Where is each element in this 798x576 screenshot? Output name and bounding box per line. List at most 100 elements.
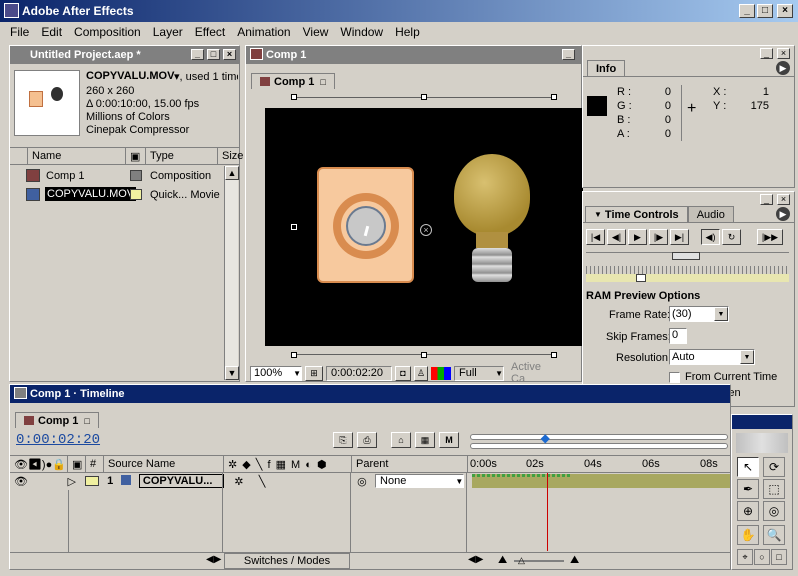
zoom-in-icon[interactable]: ⛰ [570,554,579,567]
menu-layer[interactable]: Layer [147,25,189,39]
first-frame-button[interactable]: |◀ [586,229,605,245]
project-maximize-button[interactable]: □ [207,49,220,60]
layer-number-header[interactable]: # [86,456,104,472]
info-close-button[interactable]: × [777,48,790,59]
resize-handle[interactable] [421,94,427,100]
axis-tool-icon[interactable]: ⌖ [737,549,753,565]
label-color-swatch[interactable] [85,476,100,486]
toggle-panes-icon[interactable]: ◀▶ [468,554,483,565]
layer-bounding-box[interactable] [294,97,555,355]
jog-control[interactable] [586,252,789,262]
time-controls-close-button[interactable]: × [777,194,790,205]
source-name-header[interactable]: Source Name [104,456,224,472]
layer-marker-icon[interactable]: ⎙ [357,432,377,448]
pen-tool-icon[interactable]: ✒ [737,479,759,499]
parent-dropdown[interactable]: None ▼ [375,474,465,488]
layer-switches[interactable]: ✲ ╲ [224,475,357,488]
tab-info[interactable]: Info [587,60,626,76]
time-navigator[interactable]: ◆ [470,431,730,451]
table-row[interactable]: 👁 ▷ 1 COPYVALU... ✲ ╲ ◎ None ▼ [10,473,730,489]
resize-handle[interactable] [291,224,297,230]
layer-duration-bar[interactable] [472,474,730,488]
size-column-header[interactable]: Size [218,148,243,164]
orbit-camera-tool-icon[interactable]: ◎ [763,501,785,521]
menu-edit[interactable]: Edit [35,25,68,39]
jog-handle[interactable] [672,252,700,260]
zoom-tool-icon[interactable]: 🔍 [763,525,785,545]
name-column-header[interactable]: Name [28,148,126,164]
comp-marker-icon[interactable]: ⎘ [333,432,353,448]
timeline-current-time[interactable]: 0:00:02:20 [16,432,100,448]
time-controls-minimize-button[interactable]: _ [760,194,773,205]
project-close-button[interactable]: × [223,49,236,60]
shuttle-control[interactable] [586,266,789,274]
list-item[interactable]: Comp 1 Composition [10,167,226,186]
menu-effect[interactable]: Effect [189,25,231,39]
type-column-header[interactable]: Type [146,148,218,164]
panel-menu-icon[interactable]: ▶ [776,61,790,75]
resolution-dropdown[interactable]: Auto ▼ [669,349,755,365]
composition-minimize-button[interactable]: _ [562,49,575,60]
frame-rate-dropdown[interactable]: (30) ▼ [669,306,729,322]
work-area-navigator[interactable] [470,443,728,449]
switches-modes-button[interactable]: Switches / Modes [224,553,350,569]
skip-frames-input[interactable]: 0 [669,328,687,344]
selection-tool-icon[interactable]: ↖ [737,457,759,477]
menu-composition[interactable]: Composition [68,25,147,39]
tab-timeline-comp-1[interactable]: Comp 1 □ [15,412,99,428]
pickwhip-icon[interactable]: ◎ [357,475,375,488]
ram-preview-button[interactable]: |▶▶ [757,229,783,245]
visibility-eye-icon[interactable]: 👁 [10,475,68,488]
switches-header[interactable]: ✲ ◆ ╲ f ▦ M ◐ ⬢ [224,456,352,472]
scroll-down-arrow[interactable]: ▼ [225,366,239,380]
info-minimize-button[interactable]: _ [760,48,773,59]
navigator-playhead-icon[interactable]: ◆ [541,431,551,449]
chevron-down-icon[interactable]: ▼ [714,307,728,321]
minimize-button[interactable]: _ [739,4,755,18]
draft-3d-icon[interactable]: M [439,432,459,448]
layer-name[interactable]: COPYVALU... [138,474,225,488]
playhead-line[interactable] [547,473,549,551]
color-channels-icon[interactable] [431,366,451,380]
show-snapshot-icon[interactable]: ♙ [414,365,428,381]
rotation-tool-icon[interactable]: ⟳ [763,457,785,477]
chevron-down-icon[interactable]: ▼ [740,350,754,364]
motion-blur-icon[interactable]: ▦ [415,432,435,448]
tab-close-icon[interactable]: □ [84,416,89,426]
current-time-field[interactable]: 0:00:02:20 [326,365,392,381]
previous-frame-button[interactable]: ◀| [607,229,626,245]
label-column-header[interactable]: ▣ [126,148,146,164]
frame-blending-icon[interactable]: ⌂ [391,432,411,448]
rectangle-mask-tool-icon[interactable]: ⬚ [763,479,785,499]
zoom-slider-handle[interactable]: △ [518,555,525,566]
tab-time-controls[interactable]: ▼ Time Controls [585,206,688,222]
panel-menu-icon[interactable]: ▶ [776,207,790,221]
parent-header[interactable]: Parent [352,456,468,472]
resize-handle[interactable] [551,352,557,358]
world-axis-icon[interactable]: ○ [754,549,770,565]
resize-handle[interactable] [291,94,297,100]
close-button[interactable]: × [777,4,793,18]
project-minimize-button[interactable]: _ [191,49,204,60]
resolution-dropdown[interactable]: Full ▼ [454,365,504,381]
work-area-bar[interactable] [586,274,789,282]
audio-toggle-button[interactable]: ◀) [701,229,720,245]
maximize-button[interactable]: □ [757,4,773,18]
list-item[interactable]: COPYVALU.MOV Quick... Movie [10,186,226,205]
av-features-header[interactable]: 👁◀)●🔒 [10,456,68,472]
resize-handle[interactable] [421,352,427,358]
menu-window[interactable]: Window [334,25,389,39]
label-column-header[interactable]: ▣ [68,456,86,472]
next-frame-button[interactable]: |▶ [649,229,668,245]
project-scrollbar[interactable]: ▲ ▼ [224,166,239,380]
menu-help[interactable]: Help [389,25,426,39]
menu-file[interactable]: File [4,25,35,39]
hand-tool-icon[interactable]: ✋ [737,525,759,545]
tab-close-icon[interactable]: □ [320,77,325,87]
zoom-dropdown[interactable]: 100% ▼ [250,365,302,381]
resize-handle[interactable] [551,94,557,100]
play-button[interactable]: ▶ [628,229,647,245]
time-navigator-bar[interactable] [470,434,728,440]
menu-view[interactable]: View [297,25,335,39]
last-frame-button[interactable]: ▶| [670,229,689,245]
